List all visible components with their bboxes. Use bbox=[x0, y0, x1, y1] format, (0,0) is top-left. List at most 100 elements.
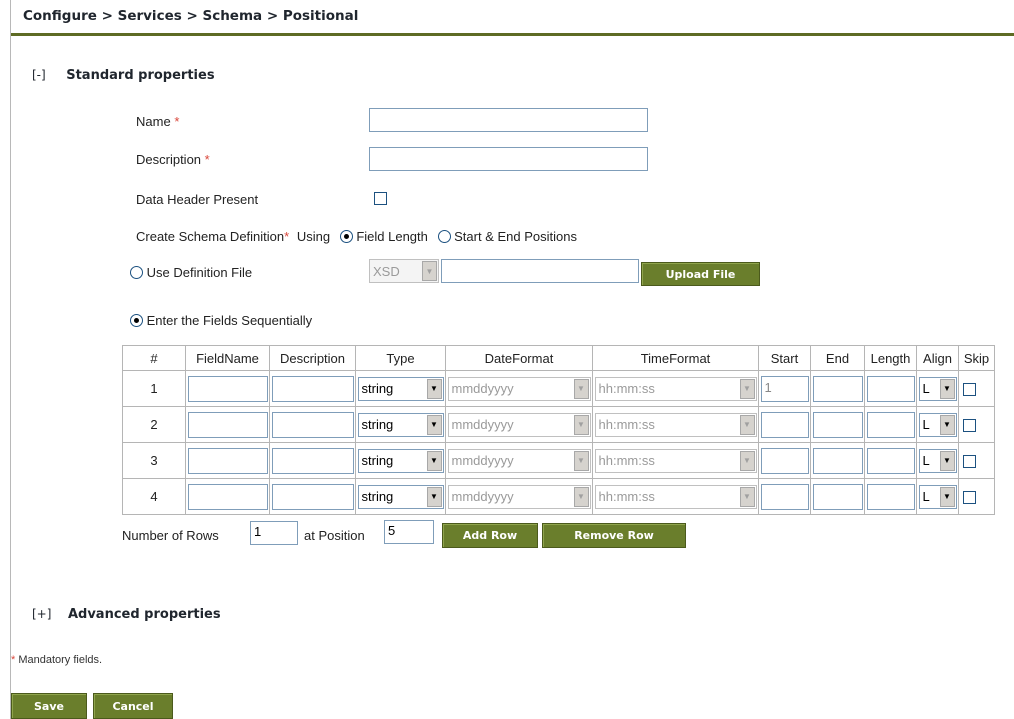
enter-sequentially-radio[interactable] bbox=[130, 314, 143, 327]
dateformat-value: mmddyyyy bbox=[451, 417, 514, 432]
dateformat-select[interactable]: mmddyyyy ▼ bbox=[447, 412, 591, 437]
skip-checkbox[interactable] bbox=[963, 419, 976, 433]
dateformat-select[interactable]: mmddyyyy ▼ bbox=[447, 484, 591, 509]
fieldname-input[interactable] bbox=[187, 483, 268, 510]
type-select[interactable]: string ▼ bbox=[357, 448, 444, 473]
advanced-properties-header[interactable]: [+] Advanced properties bbox=[32, 607, 221, 622]
length-input[interactable] bbox=[866, 411, 915, 438]
start-input[interactable] bbox=[760, 447, 809, 474]
description-cell-input[interactable] bbox=[271, 483, 354, 510]
col-header-length: Length bbox=[864, 345, 917, 371]
fieldname-input[interactable] bbox=[187, 411, 268, 438]
upload-file-button[interactable]: Upload File bbox=[641, 262, 760, 286]
row-number: 3 bbox=[122, 442, 186, 479]
field-length-radio[interactable] bbox=[339, 230, 353, 243]
expand-toggle[interactable]: [+] bbox=[32, 607, 51, 621]
chevron-down-icon: ▼ bbox=[426, 414, 442, 435]
align-select[interactable]: L ▼ bbox=[918, 484, 957, 509]
table-row: 3 string ▼ mmddyyyy ▼ hh:mm:ss ▼ L ▼ bbox=[122, 442, 995, 479]
chevron-down-icon: ▼ bbox=[573, 414, 589, 435]
timeformat-value: hh:mm:ss bbox=[598, 381, 655, 396]
definition-file-type-value: XSD bbox=[373, 263, 400, 279]
col-header-start: Start bbox=[758, 345, 811, 371]
schema-definition-label: Create Schema Definition bbox=[136, 229, 285, 244]
start-end-label: Start & End Positions bbox=[454, 229, 577, 244]
col-header-description: Description bbox=[269, 345, 356, 371]
table-row: 4 string ▼ mmddyyyy ▼ hh:mm:ss ▼ L ▼ bbox=[122, 478, 995, 515]
cancel-button[interactable]: Cancel bbox=[93, 693, 173, 719]
start-input[interactable] bbox=[760, 411, 809, 438]
row-number: 1 bbox=[122, 370, 186, 407]
start-input[interactable]: 1 bbox=[760, 375, 809, 402]
chevron-down-icon: ▼ bbox=[739, 486, 755, 507]
start-input[interactable] bbox=[760, 483, 809, 510]
align-select[interactable]: L ▼ bbox=[918, 412, 957, 437]
timeformat-value: hh:mm:ss bbox=[598, 489, 655, 504]
chevron-down-icon: ▼ bbox=[426, 378, 442, 399]
breadcrumb: Configure > Services > Schema > Position… bbox=[11, 0, 1014, 36]
length-input[interactable] bbox=[866, 483, 915, 510]
add-row-button[interactable]: Add Row bbox=[442, 523, 538, 548]
chevron-down-icon: ▼ bbox=[573, 486, 589, 507]
chevron-down-icon: ▼ bbox=[426, 486, 442, 507]
dateformat-value: mmddyyyy bbox=[451, 453, 514, 468]
chevron-down-icon: ▼ bbox=[939, 378, 955, 399]
align-value: L bbox=[922, 417, 930, 432]
chevron-down-icon: ▼ bbox=[426, 450, 442, 471]
fieldname-input[interactable] bbox=[187, 447, 268, 474]
use-definition-file-radio[interactable] bbox=[130, 266, 143, 279]
chevron-down-icon: ▼ bbox=[939, 486, 955, 507]
definition-file-input[interactable] bbox=[441, 259, 639, 283]
description-cell-input[interactable] bbox=[271, 375, 354, 402]
align-select[interactable]: L ▼ bbox=[918, 448, 957, 473]
type-select[interactable]: string ▼ bbox=[357, 412, 444, 437]
type-value: string bbox=[361, 417, 394, 432]
chevron-down-icon: ▼ bbox=[422, 261, 437, 281]
use-definition-file-label: Use Definition File bbox=[146, 265, 253, 280]
length-input[interactable] bbox=[866, 375, 915, 402]
align-select[interactable]: L ▼ bbox=[918, 376, 957, 401]
timeformat-select[interactable]: hh:mm:ss ▼ bbox=[594, 412, 757, 437]
field-length-label: Field Length bbox=[356, 229, 428, 244]
fieldname-input[interactable] bbox=[187, 375, 268, 402]
end-input[interactable] bbox=[812, 447, 863, 474]
description-cell-input[interactable] bbox=[271, 411, 354, 438]
timeformat-select[interactable]: hh:mm:ss ▼ bbox=[594, 484, 757, 509]
end-input[interactable] bbox=[812, 411, 863, 438]
enter-sequentially-row: Enter the Fields Sequentially bbox=[130, 313, 312, 328]
dateformat-select[interactable]: mmddyyyy ▼ bbox=[447, 448, 591, 473]
timeformat-select[interactable]: hh:mm:ss ▼ bbox=[594, 448, 757, 473]
number-of-rows-input[interactable]: 1 bbox=[250, 521, 298, 545]
length-input[interactable] bbox=[866, 447, 915, 474]
position-input[interactable]: 5 bbox=[384, 520, 434, 544]
skip-checkbox[interactable] bbox=[963, 455, 976, 469]
dateformat-value: mmddyyyy bbox=[451, 489, 514, 504]
type-value: string bbox=[361, 489, 394, 504]
end-input[interactable] bbox=[812, 375, 863, 402]
timeformat-value: hh:mm:ss bbox=[598, 453, 655, 468]
start-end-radio[interactable] bbox=[437, 230, 451, 243]
collapse-toggle[interactable]: [-] bbox=[32, 68, 46, 82]
skip-checkbox[interactable] bbox=[963, 491, 976, 505]
description-cell-input[interactable] bbox=[271, 447, 354, 474]
dateformat-select[interactable]: mmddyyyy ▼ bbox=[447, 376, 591, 401]
skip-checkbox[interactable] bbox=[963, 383, 976, 397]
standard-properties-header[interactable]: [-] Standard properties bbox=[32, 68, 215, 83]
end-input[interactable] bbox=[812, 483, 863, 510]
type-select[interactable]: string ▼ bbox=[357, 376, 444, 401]
definition-file-type-select[interactable]: XSD ▼ bbox=[369, 259, 439, 283]
name-input[interactable] bbox=[369, 108, 648, 132]
section-title: Advanced properties bbox=[67, 607, 221, 622]
align-value: L bbox=[922, 489, 930, 504]
save-button[interactable]: Save bbox=[11, 693, 87, 719]
row-number: 4 bbox=[122, 478, 186, 515]
data-header-checkbox[interactable] bbox=[374, 192, 387, 205]
type-select[interactable]: string ▼ bbox=[357, 484, 444, 509]
enter-sequentially-label: Enter the Fields Sequentially bbox=[146, 313, 313, 328]
timeformat-select[interactable]: hh:mm:ss ▼ bbox=[594, 376, 757, 401]
col-header-fieldname: FieldName bbox=[185, 345, 270, 371]
remove-row-button[interactable]: Remove Row bbox=[542, 523, 686, 548]
col-header-timeformat: TimeFormat bbox=[592, 345, 759, 371]
description-input[interactable] bbox=[369, 147, 648, 171]
col-header-dateformat: DateFormat bbox=[445, 345, 593, 371]
